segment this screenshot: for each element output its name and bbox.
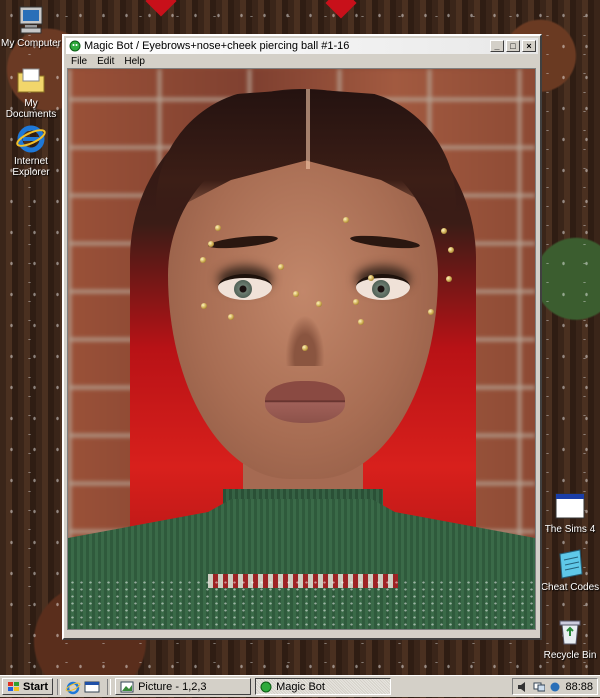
start-button[interactable]: Start bbox=[2, 678, 54, 695]
ie-quicklaunch-icon[interactable] bbox=[65, 679, 81, 695]
piercing-stud bbox=[201, 303, 207, 309]
recycle-bin-icon bbox=[554, 616, 586, 648]
piercing-stud bbox=[353, 299, 359, 305]
piercing-stud bbox=[368, 275, 374, 281]
task-label: Magic Bot bbox=[276, 680, 325, 693]
menu-bar: File Edit Help bbox=[66, 55, 538, 68]
right-eye bbox=[356, 274, 410, 300]
lips bbox=[265, 381, 345, 423]
sims-window-icon bbox=[554, 490, 586, 522]
piercing-stud bbox=[358, 319, 364, 325]
menu-help[interactable]: Help bbox=[119, 55, 150, 68]
close-button[interactable]: × bbox=[522, 40, 536, 52]
start-label: Start bbox=[23, 680, 49, 693]
desktop-icon-the-sims-4[interactable]: The Sims 4 bbox=[537, 490, 600, 535]
desktop-icon-label: My Documents bbox=[5, 98, 57, 120]
piercing-stud bbox=[446, 276, 452, 282]
desktop-icon-label: Recycle Bin bbox=[543, 650, 597, 661]
notepad-icon bbox=[554, 548, 586, 580]
nose bbox=[280, 304, 330, 366]
task-button-picture[interactable]: Picture - 1,2,3 bbox=[115, 678, 252, 695]
close-icon: × bbox=[526, 40, 532, 51]
windows-logo-icon bbox=[8, 681, 19, 691]
magic-bot-app-icon bbox=[260, 681, 272, 692]
left-eye bbox=[218, 274, 272, 300]
taskbar-separator bbox=[107, 678, 112, 695]
volume-icon[interactable] bbox=[517, 681, 529, 693]
desktop-icon-my-computer[interactable]: My Computer bbox=[0, 4, 64, 49]
ornament-decoration bbox=[325, 0, 357, 19]
show-desktop-icon[interactable] bbox=[84, 679, 100, 695]
internet-explorer-icon bbox=[15, 122, 47, 154]
maximize-button[interactable]: □ bbox=[506, 40, 520, 52]
piercing-stud bbox=[448, 247, 454, 253]
desktop-icon-internet-explorer[interactable]: Internet Explorer bbox=[0, 122, 64, 178]
desktop-icon-label: Internet Explorer bbox=[12, 156, 50, 178]
picture-icon bbox=[120, 681, 134, 692]
snow-effect bbox=[68, 579, 535, 629]
magic-bot-window: Magic Bot / Eyebrows+nose+cheek piercing… bbox=[62, 34, 542, 640]
desktop-icon-label: My Computer bbox=[0, 38, 61, 49]
maximize-icon: □ bbox=[510, 40, 516, 51]
system-tray: 88:88 bbox=[512, 678, 598, 695]
piercing-stud bbox=[441, 228, 447, 234]
desktop-icon-my-documents[interactable]: My Documents bbox=[0, 64, 64, 120]
menu-file[interactable]: File bbox=[66, 55, 92, 68]
taskbar-separator bbox=[57, 678, 62, 695]
piercing-stud bbox=[228, 314, 234, 320]
minimize-button[interactable]: _ bbox=[490, 40, 504, 52]
piercing-stud bbox=[302, 345, 308, 351]
piercing-stud bbox=[215, 225, 221, 231]
tray-app-icon[interactable] bbox=[549, 681, 561, 693]
hair-part bbox=[306, 89, 310, 169]
menu-edit[interactable]: Edit bbox=[92, 55, 119, 68]
task-button-magic-bot[interactable]: Magic Bot bbox=[255, 678, 392, 695]
ornament-decoration bbox=[145, 0, 177, 17]
magic-bot-app-icon bbox=[69, 40, 81, 52]
piercing-stud bbox=[200, 257, 206, 263]
piercing-stud bbox=[208, 241, 214, 247]
preview-image bbox=[67, 68, 536, 630]
taskbar: Start Picture - 1,2,3 Magic Bot 88:88 bbox=[0, 675, 600, 697]
minimize-icon: _ bbox=[494, 40, 500, 51]
clock: 88:88 bbox=[565, 680, 593, 693]
my-documents-icon bbox=[15, 64, 47, 96]
desktop-icon-cheat-codes[interactable]: Cheat Codes bbox=[537, 548, 600, 593]
task-label: Picture - 1,2,3 bbox=[138, 680, 207, 693]
piercing-stud bbox=[316, 301, 322, 307]
window-title: Magic Bot / Eyebrows+nose+cheek piercing… bbox=[84, 40, 350, 52]
desktop-icon-label: Cheat Codes bbox=[540, 582, 600, 593]
network-icon[interactable] bbox=[533, 681, 546, 693]
piercing-stud bbox=[293, 291, 299, 297]
piercing-stud bbox=[278, 264, 284, 270]
piercing-stud bbox=[428, 309, 434, 315]
my-computer-icon bbox=[15, 4, 47, 36]
desktop-icon-label: The Sims 4 bbox=[544, 524, 596, 535]
window-titlebar[interactable]: Magic Bot / Eyebrows+nose+cheek piercing… bbox=[66, 38, 538, 54]
desktop-icon-recycle-bin[interactable]: Recycle Bin bbox=[537, 616, 600, 661]
piercing-stud bbox=[343, 217, 349, 223]
